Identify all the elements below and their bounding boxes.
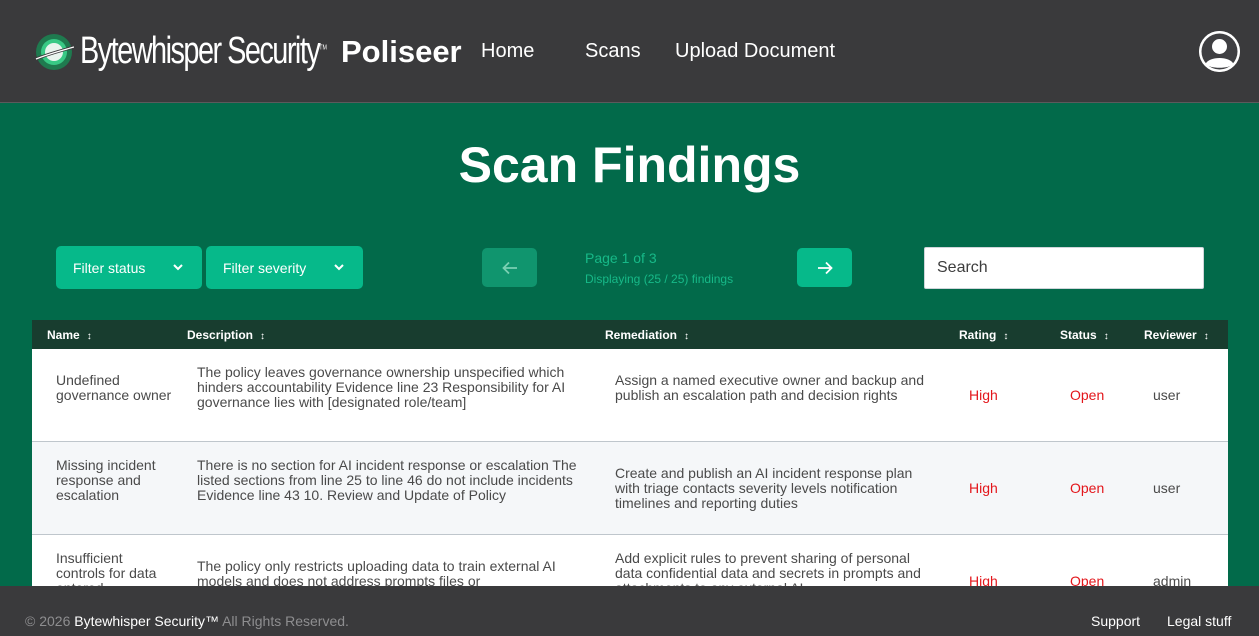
column-header-description[interactable]: Description ↕ [187, 328, 265, 342]
finding-remediation: Create and publish an AI incident respon… [615, 465, 913, 511]
findings-count: Displaying (25 / 25) findings [585, 272, 734, 286]
copyright-rights: All Rights Reserved. [222, 613, 349, 629]
top-navbar: Bytewhisper SecurityTM Poliseer Home Sca… [0, 0, 1259, 103]
app-name[interactable]: Poliseer [341, 34, 462, 70]
copyright: © 2026 Bytewhisper Security™ All Rights … [25, 613, 349, 629]
filter-severity-dropdown[interactable]: Filter severity [206, 246, 363, 289]
reviewer-name: admin [1153, 573, 1192, 587]
column-header-remediation[interactable]: Remediation ↕ [605, 328, 689, 342]
user-avatar-icon[interactable] [1199, 31, 1240, 72]
filter-status-dropdown[interactable]: Filter status [56, 246, 202, 289]
brand-name: Bytewhisper Security [80, 30, 321, 72]
column-header-reviewer[interactable]: Reviewer ↕ [1144, 328, 1209, 342]
column-header-remediation-label: Remediation [605, 328, 678, 342]
rating-badge: High [969, 573, 998, 587]
previous-page-button[interactable] [482, 248, 537, 287]
column-header-rating-label: Rating [959, 328, 997, 342]
page-indicator: Page 1 of 3 [585, 250, 657, 266]
sort-icon: ↕ [260, 331, 266, 342]
status-badge: Open [1070, 573, 1105, 587]
sort-icon: ↕ [1103, 331, 1109, 342]
footer-brand: Bytewhisper Security™ [74, 613, 219, 629]
finding-description: The policy only restricts uploading data… [197, 558, 556, 587]
status-badge: Open [1070, 387, 1105, 403]
column-header-status-label: Status [1060, 328, 1097, 342]
finding-description: There is no section for AI incident resp… [197, 457, 577, 503]
legal-link[interactable]: Legal stuff [1167, 613, 1231, 629]
column-header-description-label: Description [187, 328, 254, 342]
finding-remediation: Assign a named executive owner and backu… [615, 372, 924, 403]
chevron-down-icon [334, 264, 344, 271]
sort-icon: ↕ [86, 331, 92, 342]
reviewer-name: user [1153, 387, 1181, 403]
column-header-name[interactable]: Name ↕ [47, 328, 92, 342]
next-page-button[interactable] [797, 248, 852, 287]
sort-icon: ↕ [1003, 331, 1009, 342]
finding-remediation: Add explicit rules to prevent sharing of… [615, 550, 921, 587]
column-header-status[interactable]: Status ↕ [1060, 328, 1109, 342]
sort-icon: ↕ [1203, 331, 1209, 342]
findings-table: Name ↕ Description ↕ Remediation ↕ Rating ↕ … [32, 320, 1228, 586]
nav-scans-link[interactable]: Scans [585, 40, 641, 63]
rating-badge: High [969, 480, 998, 496]
footer: © 2026 Bytewhisper Security™ All Rights … [0, 586, 1259, 636]
globe-logo-icon [35, 33, 74, 70]
reviewer-name: user [1153, 480, 1181, 496]
column-header-rating[interactable]: Rating ↕ [959, 328, 1008, 342]
filter-severity-label: Filter severity [223, 259, 307, 276]
finding-name: Undefined governance owner [56, 372, 172, 403]
finding-name: Missing incident response and escalation [56, 457, 156, 503]
page-title: Scan Findings [458, 137, 801, 193]
table-row[interactable]: Undefined governance owner The policy le… [32, 349, 1228, 442]
table-row[interactable]: Missing incident response and escalation… [32, 442, 1228, 535]
brand-trademark: TM [319, 44, 327, 52]
column-header-name-label: Name [47, 328, 80, 342]
copyright-year: © 2026 [25, 613, 71, 629]
nav-upload-document-link[interactable]: Upload Document [675, 40, 835, 63]
nav-home-link[interactable]: Home [481, 40, 534, 63]
search-input[interactable] [924, 247, 1204, 289]
chevron-down-icon [173, 264, 183, 271]
arrow-left-icon [501, 261, 517, 274]
user-silhouette-icon [1199, 31, 1240, 72]
arrow-right-icon [817, 261, 833, 274]
table-row[interactable]: Insufficient controls for data entered T… [32, 535, 1228, 587]
support-link[interactable]: Support [1091, 613, 1140, 629]
table-header: Name ↕ Description ↕ Remediation ↕ Rating ↕ … [32, 320, 1228, 349]
finding-description: The policy leaves governance ownership u… [197, 364, 566, 410]
filter-status-label: Filter status [73, 259, 146, 276]
column-header-reviewer-label: Reviewer [1144, 328, 1197, 342]
finding-name: Insufficient controls for data entered [56, 550, 157, 587]
sort-icon: ↕ [684, 331, 690, 342]
rating-badge: High [969, 387, 998, 403]
status-badge: Open [1070, 480, 1105, 496]
